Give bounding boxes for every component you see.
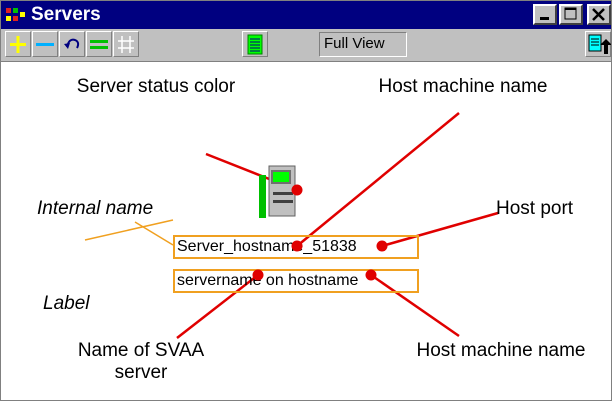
minimize-button[interactable] [533,4,557,25]
close-button[interactable] [587,4,611,25]
host-name-top-dot [291,240,303,252]
list-icon [247,34,263,55]
title-bar: Servers [1,1,611,29]
grid-icon [118,36,134,53]
svaa-name-dot [252,269,264,281]
remove-button[interactable] [32,31,58,57]
export-icon [588,34,611,54]
undo-button[interactable] [59,31,85,57]
window-title: Servers [31,4,101,25]
close-icon [592,8,605,21]
maximize-button[interactable] [559,4,583,25]
export-button[interactable] [585,31,611,57]
diagram-canvas: Server_hostname_51838 servername on host… [1,62,611,400]
add-button[interactable] [5,31,31,57]
servers-window: Servers Full View Server_hostname_51838 … [0,0,612,401]
server-status-color-callout: Server status color [76,76,236,97]
host-name-bottom-dot [365,269,377,281]
list-button[interactable] [242,31,268,57]
label-callout: Label [43,293,90,314]
minimize-icon [540,17,549,20]
remove-icon [36,43,54,46]
equal-button[interactable] [86,31,112,57]
internal-name-callout: Internal name [37,198,154,219]
app-icon [6,8,25,21]
host-machine-name-bottom-callout: Host machine name [416,340,586,361]
svaa-server-name-callout: Name of SVAA server [77,340,205,383]
undo-icon [64,38,80,49]
toolbar: Full View [1,29,611,62]
maximize-icon [564,7,577,20]
host-port-dot [376,240,388,252]
view-selector[interactable]: Full View [319,32,407,57]
grid-button[interactable] [113,31,139,57]
host-machine-name-top-callout: Host machine name [378,76,548,97]
add-icon [10,36,26,53]
status-color-dot [291,184,303,196]
host-port-callout: Host port [496,198,574,219]
equal-icon [90,40,108,49]
